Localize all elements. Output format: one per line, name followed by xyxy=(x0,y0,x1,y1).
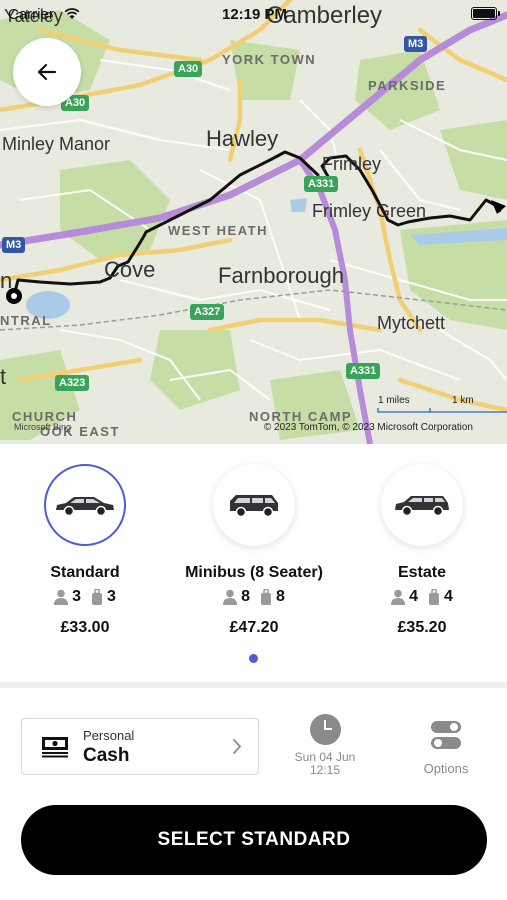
map-label-edge-n: n xyxy=(0,268,13,293)
vehicle-price: £33.00 xyxy=(60,619,110,636)
scale-miles: 1 miles xyxy=(378,395,410,406)
vehicle-icon-circle[interactable] xyxy=(381,464,463,546)
map-label-mytchett: Mytchett xyxy=(377,313,446,333)
luggage-count: 4 xyxy=(444,588,453,605)
road-badge-a331: A331 xyxy=(304,176,339,192)
chevron-right-icon xyxy=(233,739,242,754)
passenger-icon xyxy=(223,589,238,605)
status-bar: Carrier 12:19 PM xyxy=(0,0,507,28)
map-label-central: NTRAL xyxy=(0,313,52,328)
route-map[interactable]: Yateley Camberley YORK TOWN PARKSIDE Min… xyxy=(0,0,507,444)
road-badge-a30: A30 xyxy=(174,61,203,77)
map-label-york-town: YORK TOWN xyxy=(222,52,317,67)
options-button[interactable]: Options xyxy=(414,720,478,776)
map-label-frimley: Frimley xyxy=(322,154,381,174)
carrier-label: Carrier xyxy=(8,6,54,23)
map-label-hawley: Hawley xyxy=(206,126,279,151)
clock-icon xyxy=(309,714,341,745)
map-label-edge-t: t xyxy=(0,364,7,389)
road-badge-a327: A327 xyxy=(190,304,225,320)
estate-icon xyxy=(395,496,449,517)
status-time: 12:19 PM xyxy=(222,6,288,23)
vehicle-carousel[interactable]: Standard 3 3 £33.00 Minibus (8 Seater) 8… xyxy=(0,444,507,682)
map-copyright: © 2023 TomTom, © 2023 Microsoft Corporat… xyxy=(263,422,473,433)
passenger-count: 4 xyxy=(409,588,418,605)
payment-method-value: Cash xyxy=(83,745,130,766)
passenger-count: 8 xyxy=(241,588,250,605)
map-label-parkside: PARKSIDE xyxy=(368,78,447,93)
wifi-icon xyxy=(64,8,80,19)
luggage-icon xyxy=(261,589,271,605)
map-label-cove: Cove xyxy=(104,257,156,282)
vehicle-name: Estate xyxy=(397,564,447,581)
road-badge-a331: A331 xyxy=(346,363,381,379)
bing-logo: Microsoft Bing xyxy=(14,422,72,432)
vehicle-capacity: 4 4 xyxy=(337,588,507,606)
vehicle-option-minibus[interactable]: Minibus (8 Seater) 8 8 £47.20 xyxy=(169,464,339,637)
payment-account-label: Personal xyxy=(83,728,135,743)
battery-icon xyxy=(471,7,500,20)
luggage-count: 8 xyxy=(276,588,285,605)
payment-method-selector[interactable]: Personal Cash xyxy=(21,718,259,775)
section-divider xyxy=(0,682,507,688)
options-label: Options xyxy=(423,761,469,776)
road-badge-m3: M3 xyxy=(2,237,26,253)
toggles-icon xyxy=(431,721,461,749)
passenger-count: 3 xyxy=(72,588,81,605)
road-badge-a323: A323 xyxy=(55,375,90,391)
vehicle-price: £47.20 xyxy=(229,619,279,636)
vehicle-option-estate[interactable]: Estate 4 4 £35.20 xyxy=(337,464,507,637)
luggage-icon xyxy=(92,589,102,605)
schedule-time-button[interactable]: Sun 04 Jun 12:15 xyxy=(283,714,367,777)
vehicle-capacity: 8 8 xyxy=(169,588,339,606)
arrow-left-icon xyxy=(37,63,57,81)
vehicle-icon-circle[interactable] xyxy=(44,464,126,546)
vehicle-capacity: 3 3 xyxy=(0,588,170,606)
passenger-icon xyxy=(391,589,406,605)
cash-icon xyxy=(42,737,68,758)
vehicle-price: £35.20 xyxy=(397,619,447,636)
vehicle-icon-circle[interactable] xyxy=(213,464,295,546)
map-label-farnborough: Farnborough xyxy=(218,263,344,288)
vehicle-name: Standard xyxy=(50,564,120,581)
map-label-west-heath: WEST HEATH xyxy=(168,223,268,238)
page-indicator-dot xyxy=(249,654,258,663)
luggage-icon xyxy=(429,589,439,605)
scale-km: 1 km xyxy=(452,395,474,406)
schedule-time: 12:15 xyxy=(309,763,341,777)
vehicle-name: Minibus (8 Seater) xyxy=(185,564,323,581)
minibus-icon xyxy=(230,495,278,517)
map-label-frimley-green: Frimley Green xyxy=(312,201,427,221)
map-label-minley-manor: Minley Manor xyxy=(2,134,111,154)
sedan-icon xyxy=(56,497,114,517)
luggage-count: 3 xyxy=(107,588,116,605)
passenger-icon xyxy=(54,589,69,605)
back-button[interactable] xyxy=(13,38,81,106)
road-badge-m3: M3 xyxy=(404,36,428,52)
vehicle-option-standard[interactable]: Standard 3 3 £33.00 xyxy=(0,464,170,637)
select-vehicle-button[interactable]: SELECT STANDARD xyxy=(21,805,487,875)
